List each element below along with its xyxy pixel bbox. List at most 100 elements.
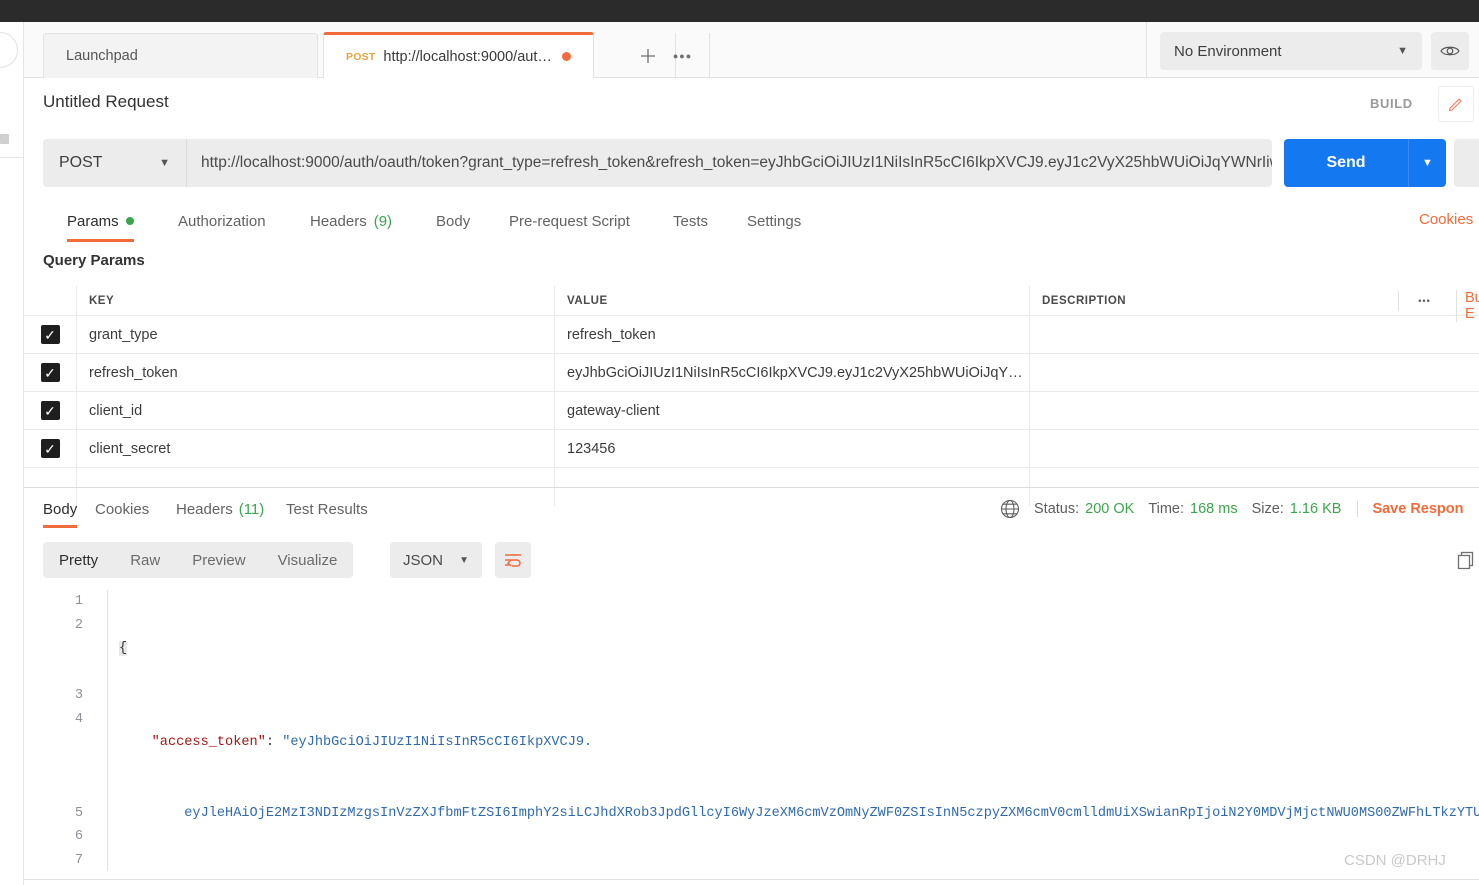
environment-zone: No Environment ▼: [1146, 22, 1479, 78]
line-number: 1: [74, 594, 83, 609]
param-value[interactable]: eyJhbGciOiJIUzI1NiIsInR5cCI6IkpXVCJ9.eyJ…: [555, 354, 1030, 391]
checkbox-checked-icon[interactable]: ✓: [40, 401, 60, 420]
param-description[interactable]: [1030, 392, 1479, 429]
row-checkbox-cell[interactable]: ✓: [24, 392, 77, 429]
param-value[interactable]: 123456: [555, 430, 1030, 467]
sidebar-item-marker[interactable]: [0, 134, 9, 144]
watermark: CSDN @DRHJ: [1344, 852, 1446, 869]
environment-quick-look-button[interactable]: [1431, 32, 1469, 70]
word-wrap-button[interactable]: [495, 542, 531, 578]
send-button[interactable]: Send: [1284, 139, 1408, 187]
left-sidebar-rail: [0, 22, 24, 885]
send-options-button[interactable]: ▼: [1408, 139, 1446, 187]
param-description[interactable]: [1030, 354, 1479, 391]
json-content: { "access_token": "eyJhbGciOiJIUzI1NiIsI…: [119, 590, 1479, 871]
header-checkbox-cell: [24, 286, 77, 315]
line-number: 5: [74, 805, 83, 821]
line-number: 7: [74, 852, 83, 868]
chevron-down-icon: ▼: [159, 157, 170, 169]
tab-params-label: Params: [67, 212, 119, 230]
response-body-viewer[interactable]: 1 2 3 4 5 6 7 8 { "access_token": "eyJhb…: [24, 586, 1479, 871]
tab-authorization[interactable]: Authorization: [178, 200, 266, 242]
tab-headers-count: (9): [373, 212, 393, 230]
view-pretty-button[interactable]: Pretty: [43, 552, 114, 569]
tab-options-icon: ●●●: [672, 50, 693, 61]
response-tab-headers-count: (11): [238, 500, 265, 518]
json-value-access-token-part2: eyJleHAiOjE2MzI3NDIzMzgsInVzZXJfbmFtZSI6…: [184, 805, 1479, 821]
response-tab-headers[interactable]: Headers (11): [176, 490, 264, 528]
tab-settings[interactable]: Settings: [747, 200, 801, 242]
response-meta: Status: 200 OK Time: 168 ms Size: 1.16 K…: [1000, 490, 1464, 528]
time-value: 168 ms: [1190, 501, 1238, 517]
table-row[interactable]: ✓ grant_type refresh_token: [24, 316, 1479, 354]
checkbox-checked-icon[interactable]: ✓: [40, 439, 60, 458]
environment-selector[interactable]: No Environment ▼: [1160, 32, 1422, 70]
row-checkbox-cell[interactable]: ✓: [24, 316, 77, 353]
checkbox-checked-icon[interactable]: ✓: [40, 363, 60, 382]
response-tab-test-results[interactable]: Test Results: [286, 490, 368, 528]
tab-tests-label: Tests: [673, 212, 709, 230]
postman-window: Launchpad POST http://localhost:9000/aut…: [0, 0, 1479, 885]
edit-request-button[interactable]: [1438, 86, 1474, 122]
tab-options-button[interactable]: ●●●: [656, 33, 710, 78]
environment-selected-label: No Environment: [1174, 42, 1282, 60]
tab-params[interactable]: Params: [67, 200, 134, 242]
param-key[interactable]: client_secret: [77, 430, 555, 467]
table-row[interactable]: ✓ client_secret 123456: [24, 430, 1479, 468]
tab-tests[interactable]: Tests: [673, 200, 708, 242]
response-tab-cookies[interactable]: Cookies: [95, 490, 149, 528]
http-method-label: POST: [59, 154, 103, 171]
pencil-icon: [1448, 98, 1462, 112]
build-label: BUILD: [1370, 96, 1413, 111]
copy-response-button[interactable]: [1456, 550, 1476, 575]
word-wrap-icon: [505, 554, 521, 567]
plus-icon: [640, 48, 655, 63]
save-response-button[interactable]: Save Respon: [1357, 501, 1464, 517]
row-checkbox-cell[interactable]: ✓: [24, 354, 77, 391]
param-description[interactable]: [1030, 430, 1479, 467]
param-key[interactable]: client_id: [77, 392, 555, 429]
row-checkbox-cell[interactable]: ✓: [24, 430, 77, 467]
view-visualize-button[interactable]: Visualize: [262, 552, 354, 569]
tab-headers-label: Headers: [310, 212, 367, 230]
globe-icon[interactable]: [1000, 499, 1020, 519]
param-value[interactable]: refresh_token: [555, 316, 1030, 353]
tab-request[interactable]: POST http://localhost:9000/auth/oa...: [323, 32, 594, 79]
request-tabs: Params Authorization Headers (9) Body Pr…: [24, 200, 1479, 242]
tab-body[interactable]: Body: [436, 200, 470, 242]
param-value[interactable]: gateway-client: [555, 392, 1030, 429]
table-options-button[interactable]: •••: [1398, 291, 1450, 311]
tab-headers[interactable]: Headers (9): [310, 200, 392, 242]
http-method-select[interactable]: POST ▼: [43, 139, 187, 187]
table-row[interactable]: ✓ client_id gateway-client: [24, 392, 1479, 430]
param-key[interactable]: grant_type: [77, 316, 555, 353]
url-row: POST ▼ http://localhost:9000/auth/oauth/…: [24, 134, 1479, 194]
cookies-link[interactable]: Cookies: [1419, 211, 1473, 228]
tab-launchpad-label: Launchpad: [66, 48, 138, 64]
view-raw-button[interactable]: Raw: [114, 552, 176, 569]
tab-launchpad[interactable]: Launchpad: [43, 33, 318, 78]
line-number: 4: [74, 711, 83, 727]
table-header-row: KEY VALUE DESCRIPTION ••• Bulk E: [24, 286, 1479, 322]
bottom-divider: [24, 879, 1479, 880]
response-tab-headers-label: Headers: [176, 500, 233, 518]
checkbox-checked-icon[interactable]: ✓: [40, 325, 60, 344]
status-label: Status:: [1034, 501, 1080, 517]
column-header-key: KEY: [77, 286, 555, 315]
response-tab-cookies-label: Cookies: [95, 500, 150, 518]
param-key[interactable]: refresh_token: [77, 354, 555, 391]
json-line-1: {: [119, 637, 1479, 661]
tab-pre-request-script[interactable]: Pre-request Script: [509, 200, 630, 242]
table-row[interactable]: ✓ refresh_token eyJhbGciOiJIUzI1NiIsInR5…: [24, 354, 1479, 392]
json-colon: :: [265, 735, 283, 750]
chevron-down-icon: ▼: [1397, 45, 1408, 57]
time-label: Time:: [1148, 501, 1185, 517]
response-format-select[interactable]: JSON ▼: [390, 542, 482, 578]
response-body-toolbar: Pretty Raw Preview Visualize JSON ▼: [24, 538, 1479, 586]
url-input[interactable]: http://localhost:9000/auth/oauth/token?g…: [187, 139, 1272, 187]
json-key-access-token: "access_token": [151, 735, 266, 750]
param-description[interactable]: [1030, 316, 1479, 353]
view-preview-button[interactable]: Preview: [176, 552, 261, 569]
response-tab-body[interactable]: Body: [43, 490, 78, 528]
save-button[interactable]: Save: [1454, 139, 1479, 187]
